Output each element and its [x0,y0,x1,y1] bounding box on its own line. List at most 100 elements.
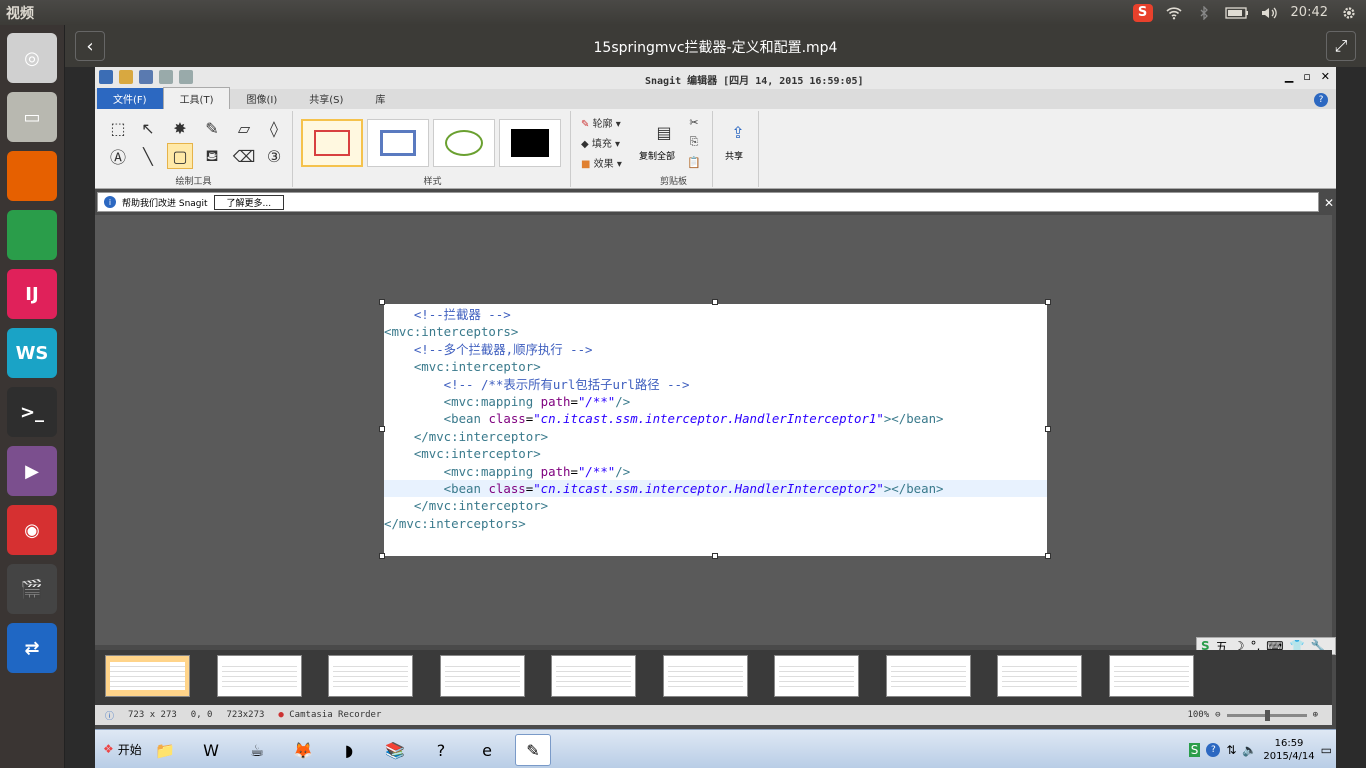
volume-icon[interactable] [1261,4,1279,22]
thumbnail[interactable] [885,655,971,697]
thumbnail[interactable] [1108,655,1194,697]
undo-icon[interactable] [159,70,173,84]
launcher-webstorm-icon[interactable]: WS [7,328,57,378]
thumbnail[interactable] [439,655,525,697]
taskbar-explorer-icon[interactable]: 📁 [147,734,183,766]
gear-icon[interactable] [1340,4,1358,22]
copy-icon[interactable]: ⎘ [685,133,703,151]
launcher-intellij-icon[interactable]: IJ [7,269,57,319]
zoom-level[interactable]: 100% [1187,710,1209,720]
save-icon[interactable] [139,70,153,84]
thumbnail[interactable] [328,655,413,697]
redo-icon[interactable] [179,70,193,84]
paste-icon[interactable]: 📋 [685,153,703,171]
resize-handle[interactable] [1045,553,1051,559]
effect-prop[interactable]: ■ 效果 ▾ [581,155,622,170]
launcher-ubuntu-dash-icon[interactable]: ◎ [7,33,57,83]
copy-all-icon[interactable]: ▤ [649,117,679,147]
tab-share[interactable]: 共享(S) [293,88,359,109]
taskbar-help-icon[interactable]: ? [423,734,459,766]
resize-handle[interactable] [712,299,718,305]
blur-tool-icon[interactable]: ◊ [261,115,287,141]
selection-tool-icon[interactable]: ⬚ [105,115,131,141]
step-tool-icon[interactable]: ③ [261,143,287,169]
zoom-slider[interactable] [1226,709,1307,721]
fill-tool-icon[interactable]: ⛾ [199,143,225,169]
thumbnail[interactable] [551,655,636,697]
launcher-netease-music-icon[interactable]: ◉ [7,505,57,555]
zoom-out-icon[interactable]: ⊖ [1215,710,1220,720]
wifi-icon[interactable] [1165,4,1183,22]
taskbar-word-icon[interactable]: W [193,734,229,766]
thumbnail[interactable] [662,655,748,697]
stamp-tool-icon[interactable]: ✸ [167,115,193,141]
resize-handle[interactable] [1045,426,1051,432]
help-icon[interactable]: ? [1314,93,1328,107]
tab-library[interactable]: 库 [359,88,401,109]
open-icon[interactable] [119,70,133,84]
line-tool-icon[interactable]: ╲ [135,143,161,169]
bluetooth-icon[interactable] [1195,4,1213,22]
copy-all-button[interactable]: 复制全部 [639,149,675,162]
captured-code-image[interactable]: <!--拦截器 --> <mvc:interceptors> <!--多个拦截器,… [384,304,1047,556]
resize-handle[interactable] [1045,299,1051,305]
start-button[interactable]: ❖ 开始 [97,736,148,762]
taskbar-clock[interactable]: 16:59 2015/4/14 [1263,737,1314,763]
thumbnail[interactable] [774,655,859,697]
highlighter-tool-icon[interactable]: ▱ [231,115,257,141]
taskbar-winrar-icon[interactable]: 📚 [377,734,413,766]
zoom-knob[interactable] [1264,709,1270,721]
resize-handle[interactable] [379,426,385,432]
learn-more-button[interactable]: 了解更多... [213,194,285,210]
tab-tools[interactable]: 工具(T) [162,87,231,109]
resize-handle[interactable] [379,553,385,559]
share-icon[interactable]: ⇪ [723,117,753,147]
fill-prop[interactable]: ◆ 填充 ▾ [581,135,620,150]
thumbnail[interactable] [997,655,1082,697]
outline-prop[interactable]: ✎ 轮廓 ▾ [581,115,621,130]
maximize-icon[interactable]: ▫ [1303,70,1310,83]
minimize-icon[interactable]: ▁ [1285,70,1293,83]
editor-canvas[interactable]: <!--拦截器 --> <mvc:interceptors> <!--多个拦截器,… [95,215,1332,645]
help-tray-icon[interactable]: ? [1206,743,1221,757]
clock[interactable]: 20:42 [1291,5,1328,20]
style-blue-rect[interactable] [367,119,429,167]
infobar-close-icon[interactable]: ✕ [1324,196,1334,210]
fullscreen-button[interactable]: ⤢ [1326,31,1356,61]
style-black-rect[interactable] [499,119,561,167]
pen-tool-icon[interactable]: ✎ [199,115,225,141]
zoom-in-icon[interactable]: ⊕ [1313,710,1318,720]
resize-handle[interactable] [712,553,718,559]
launcher-file-manager-icon[interactable]: ▭ [7,92,57,142]
launcher-chrome-icon[interactable] [7,210,57,260]
resize-handle[interactable] [379,299,385,305]
close-icon[interactable]: ✕ [1321,70,1330,83]
launcher-clapper-icon[interactable]: 🎬 [7,564,57,614]
taskbar-ie-icon[interactable]: e [469,734,505,766]
thumbnail[interactable] [105,655,190,697]
volume-tray-icon[interactable]: 🔈 [1242,743,1257,757]
eraser-tool-icon[interactable]: ⌫ [231,143,257,169]
battery-icon[interactable] [1224,4,1249,22]
tab-image[interactable]: 图像(I) [230,88,293,109]
launcher-terminal-icon[interactable]: >_ [7,387,57,437]
sogou-tray-icon[interactable]: S [1188,743,1201,757]
launcher-video-player-icon[interactable]: ▶ [7,446,57,496]
style-green-ellipse[interactable] [433,119,495,167]
thumbnail[interactable] [216,655,302,697]
shape-tool-icon[interactable]: ▢ [167,143,193,169]
cut-icon[interactable]: ✂ [685,113,703,131]
taskbar-firefox-icon[interactable]: 🦊 [285,734,321,766]
show-desktop-icon[interactable]: ▭ [1321,743,1332,757]
taskbar-javaee-ide-icon[interactable]: ☕ [239,734,275,766]
network-tray-icon[interactable]: ⇅ [1226,743,1236,757]
arrow-tool-icon[interactable]: ↖ [135,115,161,141]
sogou-icon[interactable]: S [1132,3,1153,22]
taskbar-eclipse-icon[interactable]: ◗ [331,734,367,766]
callout-tool-icon[interactable]: Ⓐ [105,143,131,169]
launcher-teamviewer-icon[interactable]: ⇄ [7,623,57,673]
tab-file[interactable]: 文件(F) [97,88,163,109]
taskbar-snagit-icon[interactable]: ✎ [515,734,551,766]
style-red-rect[interactable] [301,119,363,167]
launcher-firefox-icon[interactable] [7,151,57,201]
